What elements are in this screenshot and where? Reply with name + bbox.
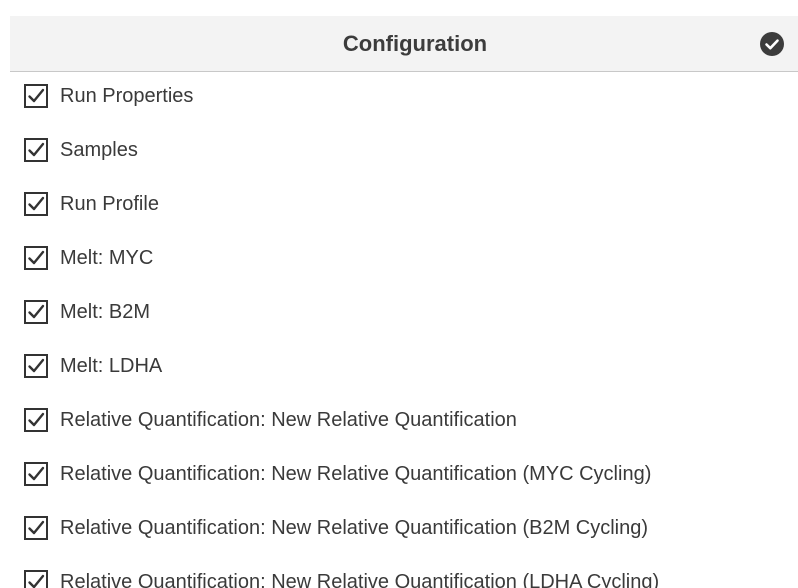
check-circle-icon bbox=[760, 32, 784, 56]
list-item-relative-quantification-myc[interactable]: Relative Quantification: New Relative Qu… bbox=[0, 454, 798, 494]
item-label: Run Profile bbox=[60, 193, 159, 215]
list-item-relative-quantification-b2m[interactable]: Relative Quantification: New Relative Qu… bbox=[0, 508, 798, 548]
list-item-melt-ldha[interactable]: Melt: LDHA bbox=[0, 346, 798, 386]
checkbox-checked[interactable] bbox=[24, 354, 48, 378]
item-label: Melt: MYC bbox=[60, 247, 154, 269]
panel-title: Configuration bbox=[342, 31, 488, 56]
list-item-relative-quantification-ldha[interactable]: Relative Quantification: New Relative Qu… bbox=[0, 562, 798, 588]
list-item-melt-b2m[interactable]: Melt: B2M bbox=[0, 292, 798, 332]
item-label: Relative Quantification: New Relative Qu… bbox=[60, 571, 660, 588]
panel-header: Configuration bbox=[10, 16, 798, 72]
configuration-panel: Configuration Run Properties Samples Run… bbox=[0, 0, 798, 588]
checkbox-checked[interactable] bbox=[24, 138, 48, 162]
checkbox-checked[interactable] bbox=[24, 192, 48, 216]
list-item-samples[interactable]: Samples bbox=[0, 130, 798, 170]
item-label: Run Properties bbox=[60, 85, 194, 107]
item-label: Samples bbox=[60, 139, 138, 161]
item-label: Relative Quantification: New Relative Qu… bbox=[60, 463, 652, 485]
checkbox-checked[interactable] bbox=[24, 408, 48, 432]
list-item-melt-myc[interactable]: Melt: MYC bbox=[0, 238, 798, 278]
checkbox-checked[interactable] bbox=[24, 462, 48, 486]
list-item-relative-quantification[interactable]: Relative Quantification: New Relative Qu… bbox=[0, 400, 798, 440]
checkbox-checked[interactable] bbox=[24, 300, 48, 324]
checkbox-checked[interactable] bbox=[24, 570, 48, 588]
item-label: Relative Quantification: New Relative Qu… bbox=[60, 517, 649, 539]
checkbox-checked[interactable] bbox=[24, 516, 48, 540]
list-item-run-profile[interactable]: Run Profile bbox=[0, 184, 798, 224]
item-label: Melt: LDHA bbox=[60, 355, 163, 377]
item-label: Melt: B2M bbox=[60, 301, 151, 323]
checkbox-checked[interactable] bbox=[24, 246, 48, 270]
list-item-run-properties[interactable]: Run Properties bbox=[0, 76, 798, 116]
checkbox-checked[interactable] bbox=[24, 84, 48, 108]
item-label: Relative Quantification: New Relative Qu… bbox=[60, 409, 517, 431]
